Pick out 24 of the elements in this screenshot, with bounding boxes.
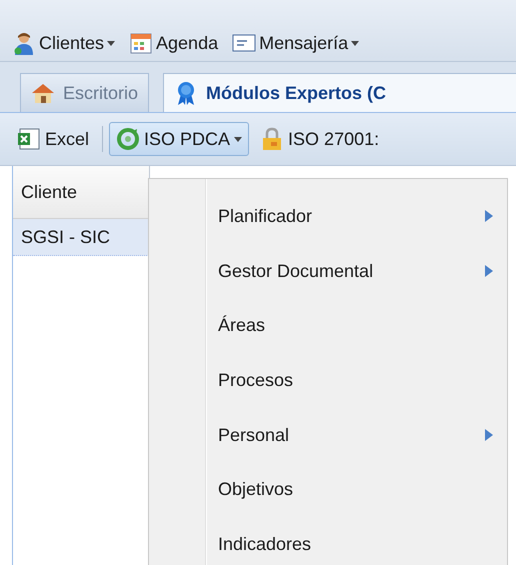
menu-item[interactable]: Áreas bbox=[149, 298, 507, 354]
menu-button[interactable]: Clientes bbox=[39, 32, 104, 54]
menu-item[interactable]: Objetivos bbox=[149, 462, 507, 518]
menu-button[interactable]: Mensajería bbox=[259, 32, 348, 54]
person-icon bbox=[12, 31, 36, 55]
grid-row[interactable]: SGSI - SIC bbox=[13, 219, 149, 256]
menu-item[interactable]: Personal bbox=[149, 408, 507, 462]
toolbar-button[interactable]: Excel bbox=[10, 122, 96, 156]
menu-item[interactable]: Planificador bbox=[149, 189, 507, 244]
caret-icon[interactable] bbox=[351, 40, 360, 46]
house-icon bbox=[31, 81, 55, 105]
caret-icon[interactable] bbox=[107, 40, 116, 46]
calendar-icon bbox=[129, 31, 154, 55]
column-header[interactable]: Cliente bbox=[13, 182, 78, 202]
toolbar-button[interactable]: ISO 27001: bbox=[253, 122, 386, 156]
caret-icon bbox=[234, 136, 242, 142]
menu-item[interactable]: Procesos bbox=[149, 353, 507, 408]
menu-button[interactable]: Agenda bbox=[156, 32, 218, 54]
menu-item[interactable]: Indicadores bbox=[149, 517, 507, 565]
spreadsheet-icon bbox=[17, 127, 41, 151]
tab[interactable]: Módulos Expertos (C bbox=[163, 73, 516, 112]
toolbar-button[interactable]: ISO PDCA bbox=[109, 122, 250, 156]
cycle-icon bbox=[116, 127, 140, 151]
menu-item[interactable]: Gestor Documental bbox=[149, 244, 507, 298]
